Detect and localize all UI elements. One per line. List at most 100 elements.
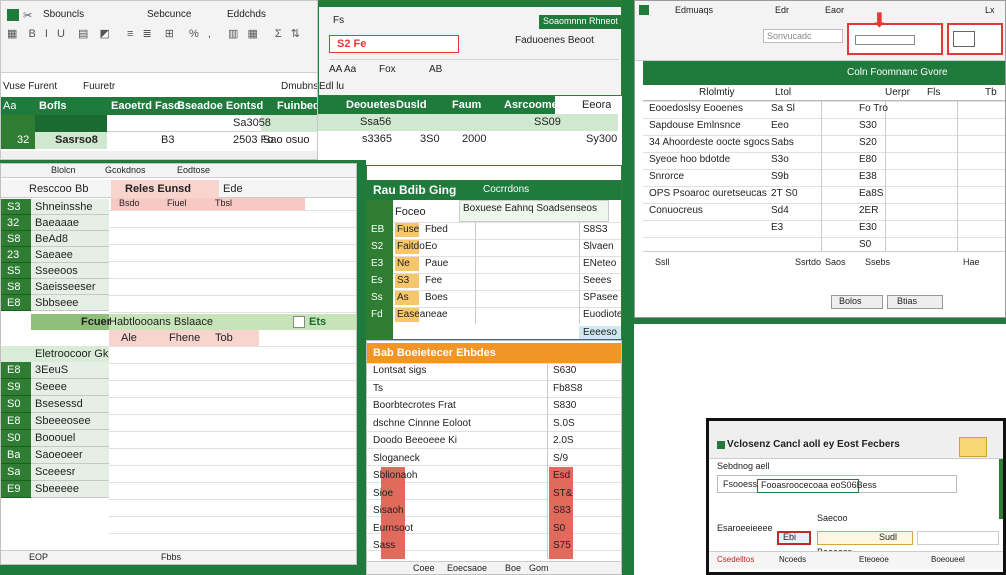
dialog-close-button[interactable] xyxy=(959,437,987,457)
cell[interactable]: SS09 xyxy=(534,116,561,128)
row-value-b[interactable]: 2ER xyxy=(859,205,878,216)
row-value-a[interactable]: S9b xyxy=(771,171,789,182)
cell[interactable]: Sasrso8 xyxy=(55,134,98,146)
toolbar-item[interactable]: AB xyxy=(429,64,442,75)
cell[interactable]: S3 xyxy=(397,275,409,286)
row-label[interactable]: dschne Cinnne Eoloot xyxy=(373,418,471,429)
title-tab[interactable]: Eodtose xyxy=(177,165,210,175)
row-value[interactable]: BeAd8 xyxy=(35,233,68,245)
sheet-tab[interactable]: Gom xyxy=(529,563,549,573)
row-label[interactable]: Doodo Beeoeee Ki xyxy=(373,435,457,446)
row-value-a[interactable]: Eeo xyxy=(771,120,789,131)
cell-value[interactable]: Euodiote xyxy=(583,309,621,320)
row-value[interactable]: S/9 xyxy=(553,453,568,464)
align-center-icon[interactable]: ≣ xyxy=(142,27,151,40)
row-value-a[interactable]: Sd4 xyxy=(771,205,789,216)
paste-icon[interactable]: ▦ xyxy=(7,27,17,40)
row-value[interactable]: Sseeoos xyxy=(35,265,78,277)
align-left-icon[interactable]: ≡ xyxy=(127,28,133,40)
row-value-b[interactable]: S0 xyxy=(859,239,871,250)
row-value-b[interactable]: E30 xyxy=(859,222,877,233)
row-value-b[interactable]: E38 xyxy=(859,171,877,182)
cell[interactable]: Fuse xyxy=(397,224,419,235)
tab[interactable]: Lx xyxy=(985,5,995,15)
ribbon-tab[interactable]: Sebcunce xyxy=(147,9,191,20)
sort-icon[interactable]: ⇅ xyxy=(291,27,300,40)
underline-icon[interactable]: U xyxy=(57,28,65,40)
italic-icon[interactable]: I xyxy=(45,28,48,40)
row-value[interactable]: S830 xyxy=(553,400,576,411)
row-label[interactable]: Sapdouse Emlnsnce xyxy=(649,120,741,131)
cell[interactable]: Fbed xyxy=(425,224,448,235)
ribbon-tab[interactable]: Eddchds xyxy=(227,9,266,20)
cell-value[interactable]: Slvaen xyxy=(583,241,614,252)
row-label[interactable]: Eooedoslsy Eooenes xyxy=(649,103,743,114)
row-value[interactable]: ST& xyxy=(553,488,572,499)
toolbar-item[interactable]: AA Aa xyxy=(329,64,356,75)
tab[interactable]: Edr xyxy=(775,5,789,15)
row-value[interactable]: Saeaee xyxy=(35,249,73,261)
row-value[interactable]: S75 xyxy=(553,540,571,551)
sheet-tab[interactable]: Coee xyxy=(413,563,435,573)
cell[interactable]: 3S0 xyxy=(420,133,440,145)
row-label[interactable]: Sisaoh xyxy=(373,505,404,516)
row-value[interactable]: 2.0S xyxy=(553,435,574,446)
row-value-b[interactable]: E80 xyxy=(859,154,877,165)
cell[interactable]: As xyxy=(397,292,409,303)
sheet-tab[interactable]: Eoecsaoe xyxy=(447,563,487,573)
row-value-b[interactable]: Ea8S xyxy=(859,188,883,199)
row-value-b[interactable]: S30 xyxy=(859,120,877,131)
row-value[interactable]: Sbeeeosee xyxy=(35,415,91,427)
row-value-a[interactable]: S3o xyxy=(771,154,789,165)
cell-value[interactable]: ENeteo xyxy=(583,258,616,269)
row-value[interactable]: 3EeuS xyxy=(35,364,68,376)
cell[interactable]: Paue xyxy=(425,258,448,269)
row-label[interactable]: Snrorce xyxy=(649,171,684,182)
cell[interactable]: Sa3058 xyxy=(233,117,271,129)
cell[interactable]: 2000 xyxy=(462,133,486,145)
merge-icon[interactable]: ⊞ xyxy=(165,27,174,40)
row-value[interactable]: Shneinsshe xyxy=(35,201,93,213)
row-value[interactable]: S.0S xyxy=(553,418,575,429)
cell[interactable]: B3 xyxy=(161,134,174,146)
row-label[interactable]: OPS Psoaroc ouretseucas xyxy=(649,188,767,199)
row-value[interactable]: Saeisseeser xyxy=(35,281,96,293)
row-value-a[interactable]: Sa Sl xyxy=(771,103,795,114)
cell[interactable]: Faitdo xyxy=(397,241,425,252)
cell[interactable]: Sao osuo xyxy=(263,134,309,146)
row-value-a[interactable]: 2T S0 xyxy=(771,188,798,199)
row-label[interactable]: Sloganeck xyxy=(373,453,420,464)
cell[interactable]: Boes xyxy=(425,292,448,303)
cond-format-icon[interactable]: ▥ xyxy=(228,27,238,40)
cell[interactable]: Sy300 xyxy=(586,133,617,145)
row-label[interactable]: Boorbtecrotes Frat xyxy=(373,400,456,411)
row-label[interactable]: Sioe xyxy=(373,488,393,499)
cell[interactable]: Ssa56 xyxy=(360,116,391,128)
sheet-tab[interactable]: Boe xyxy=(505,563,521,573)
row-value-a[interactable]: E3 xyxy=(771,222,783,233)
dialog-secondary-button[interactable] xyxy=(817,531,913,545)
row-value[interactable]: Booouel xyxy=(35,432,75,444)
row-label[interactable]: Lontsat sigs xyxy=(373,365,426,376)
row-value[interactable]: Sceeesr xyxy=(35,466,75,478)
row-value-a[interactable]: Sabs xyxy=(771,137,794,148)
row-value[interactable]: Sbbseee xyxy=(35,297,78,309)
cell[interactable]: Easeaneae xyxy=(397,309,448,320)
title-tab[interactable]: Gcokdnos xyxy=(105,165,146,175)
row-label[interactable]: Sblionaoh xyxy=(373,470,417,481)
row-value[interactable]: Saoeoeer xyxy=(35,449,83,461)
row-value[interactable]: Baeaaae xyxy=(35,217,79,229)
row-value[interactable]: S83 xyxy=(553,505,571,516)
table-icon[interactable]: ▦ xyxy=(247,27,257,40)
sum-icon[interactable]: Σ xyxy=(275,28,282,40)
fill-icon[interactable]: ◩ xyxy=(99,27,109,40)
cell[interactable]: s3365 xyxy=(362,133,392,145)
tab[interactable]: Edmuaqs xyxy=(675,5,713,15)
sheet-tab[interactable]: Fbbs xyxy=(161,552,181,562)
title-tab[interactable]: Blolcn xyxy=(51,165,76,175)
row-label[interactable]: Eurnsoot xyxy=(373,523,413,534)
tab[interactable]: Eaor xyxy=(825,5,844,15)
cell-value[interactable]: SPasee xyxy=(583,292,618,303)
row-value[interactable]: Bsesessd xyxy=(35,398,83,410)
row-value[interactable]: Seeee xyxy=(35,381,67,393)
